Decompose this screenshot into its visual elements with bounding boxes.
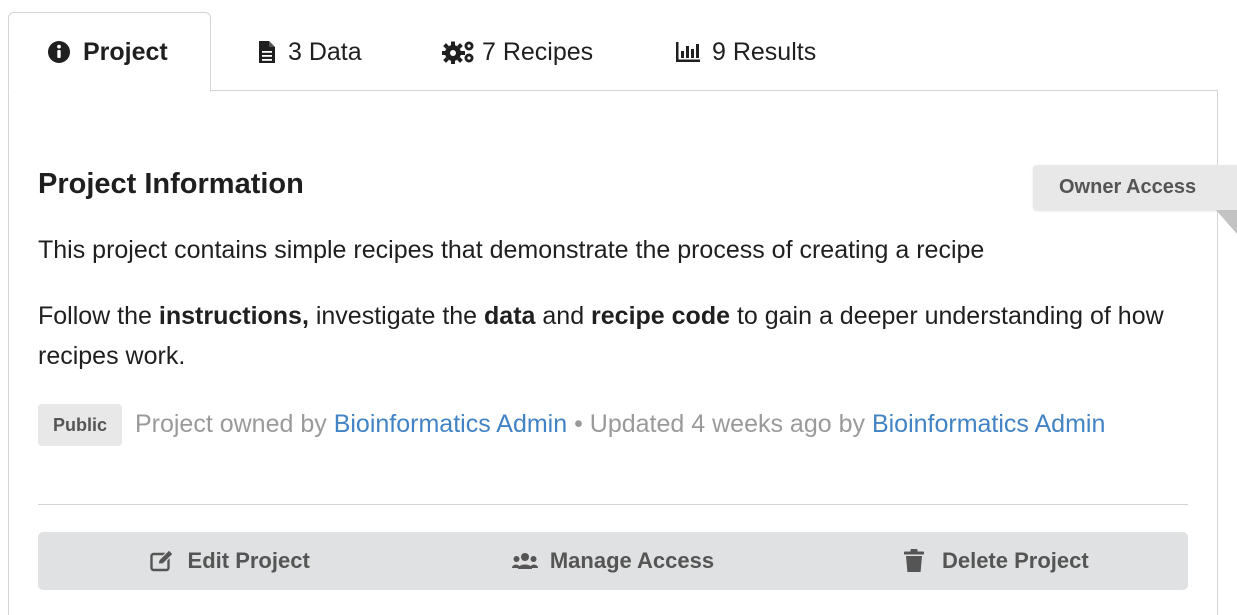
owner-access-ribbon: Owner Access xyxy=(1033,165,1237,210)
tab-data-label: 3 Data xyxy=(288,37,362,66)
trash-icon xyxy=(903,549,924,573)
delete-project-label: Delete Project xyxy=(941,548,1089,573)
delete-project-button[interactable]: Delete Project xyxy=(805,532,1188,590)
ribbon-tail xyxy=(1216,210,1237,234)
tab-recipes-label: 7 Recipes xyxy=(482,37,594,66)
tab-results[interactable]: 9 Results xyxy=(676,12,816,92)
manage-access-label: Manage Access xyxy=(549,548,715,573)
tab-results-label: 9 Results xyxy=(712,37,817,66)
tab-recipes[interactable]: 7 Recipes xyxy=(442,12,593,92)
file-icon xyxy=(258,40,276,64)
tab-bar: Project 3 Data 7 Recipes 9 Results xyxy=(8,12,1218,92)
edit-project-label: Edit Project xyxy=(187,548,310,573)
page-title: Project Information xyxy=(38,168,304,200)
bar-chart-icon xyxy=(676,42,700,62)
owned-by-text: Project owned by xyxy=(134,410,327,438)
users-icon xyxy=(511,552,538,570)
public-badge: Public xyxy=(38,404,123,447)
tab-project-label: Project xyxy=(83,37,168,66)
gears-icon xyxy=(442,40,476,64)
project-summary: This project contains simple recipes tha… xyxy=(38,236,985,264)
edit-icon xyxy=(149,550,176,572)
instructions-text-1: Follow the xyxy=(38,302,159,330)
project-instructions: Follow the instructions, investigate the… xyxy=(38,296,1188,376)
owner-access-label: Owner Access xyxy=(1059,176,1197,198)
tab-data[interactable]: 3 Data xyxy=(258,12,362,92)
project-meta: Public Project owned by Bioinformatics A… xyxy=(38,404,1188,447)
tab-project[interactable]: Project xyxy=(8,12,211,92)
instructions-bold-3: recipe code xyxy=(591,302,730,330)
instructions-bold-1: instructions, xyxy=(158,302,309,330)
instructions-bold-2: data xyxy=(484,302,536,330)
updater-link[interactable]: Bioinformatics Admin xyxy=(872,410,1105,438)
manage-access-button[interactable]: Manage Access xyxy=(421,532,804,590)
edit-project-button[interactable]: Edit Project xyxy=(38,532,421,590)
info-circle-icon xyxy=(47,40,71,64)
instructions-text-3: and xyxy=(535,302,592,330)
instructions-text-2: investigate the xyxy=(308,302,485,330)
owner-link[interactable]: Bioinformatics Admin xyxy=(334,410,567,438)
action-button-group: Edit Project Manage Access Delete Projec… xyxy=(38,532,1188,590)
divider xyxy=(38,504,1188,505)
updated-text: • Updated 4 weeks ago by xyxy=(574,410,865,438)
